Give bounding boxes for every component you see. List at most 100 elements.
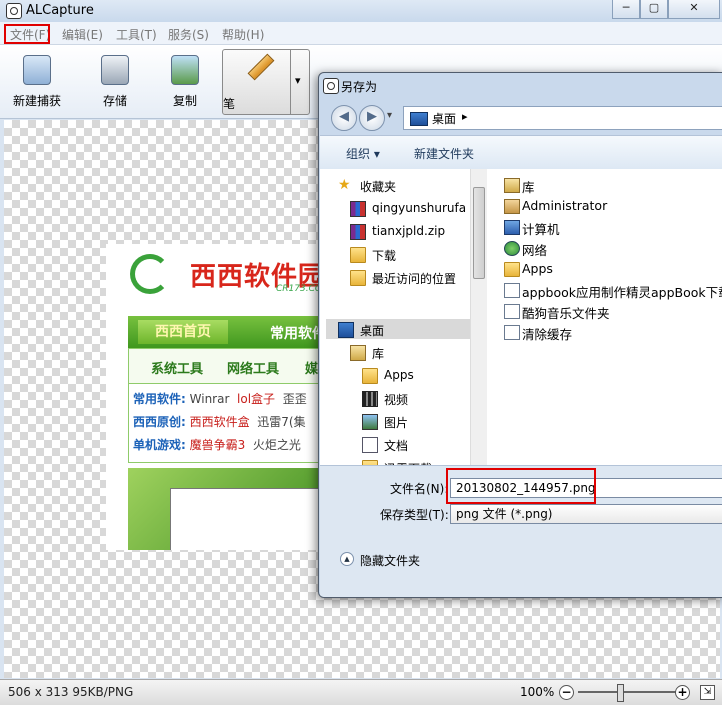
chevron-down-icon: ▾ xyxy=(295,74,301,87)
nav-item-label: tianxjpld.zip xyxy=(372,224,446,238)
address-field[interactable]: 桌面 ▸ xyxy=(403,106,722,130)
user-folder-icon xyxy=(504,199,520,214)
save-button[interactable]: 存储 xyxy=(80,51,150,111)
folder-icon xyxy=(504,262,520,277)
row-item: 魔兽争霸3 xyxy=(189,438,246,452)
menu-bar: 文件(F) 编辑(E) 工具(T) 服务(S) 帮助(H) xyxy=(0,22,722,45)
app-icon xyxy=(6,3,22,19)
hide-folders-icon[interactable]: ▲ xyxy=(340,552,354,566)
row-item: 西西软件盒 xyxy=(189,415,250,429)
back-button[interactable]: ◀ xyxy=(331,105,357,131)
zoom-slider-thumb[interactable] xyxy=(617,684,625,702)
file-item-label: appbook应用制作精灵appBook下载 xyxy=(522,285,722,300)
new-folder-button[interactable]: 新建文件夹 xyxy=(414,145,474,162)
library-icon xyxy=(504,178,520,193)
row-key: 常用软件: xyxy=(133,392,186,406)
menu-help[interactable]: 帮助(H) xyxy=(222,26,264,43)
zoom-in-button[interactable]: + xyxy=(675,685,690,700)
site-sub-link: 网络工具 xyxy=(227,362,280,377)
recent-locations-dropdown[interactable]: ▾ xyxy=(387,110,392,121)
file-item-label: Administrator xyxy=(522,198,608,213)
address-bar: ◀ ▶ ▾ 桌面 ▸ xyxy=(329,103,722,133)
filetype-select[interactable]: png 文件 (*.png) xyxy=(450,504,722,524)
site-row: 单机游戏: 魔兽争霸3 火炬之光 xyxy=(133,436,301,453)
row-item: 火炬之光 xyxy=(252,438,301,452)
save-as-dialog: 另存为 ◀ ▶ ▾ 桌面 ▸ 组织 ▾ 新建文件夹 ★ 收藏夹 qingyunshu… xyxy=(318,72,722,598)
filename-label: 文件名(N): xyxy=(390,482,449,496)
new-capture-button[interactable]: 新建捕获 xyxy=(2,51,72,111)
site-row: 西西原创: 西西软件盒 迅雷7(集 xyxy=(133,413,306,430)
nav-item-label: 最近访问的位置 xyxy=(372,272,457,286)
organize-button[interactable]: 组织 ▾ xyxy=(346,145,380,162)
file-item-label: Apps xyxy=(522,261,553,276)
window-title: ALCapture xyxy=(26,3,94,18)
site-nav-home: 西西首页 xyxy=(138,320,228,344)
rar-icon xyxy=(350,201,366,217)
nav-item-label: qingyunshurufa xyxy=(372,201,467,215)
filetype-label: 保存类型(T): xyxy=(380,508,449,522)
zoom-level: 100% xyxy=(520,685,555,699)
zoom-slider-track[interactable] xyxy=(578,691,676,693)
navigation-pane: ★ 收藏夹 qingyunshurufa tianxjpld.zip 下载 最近访问的位置… xyxy=(320,169,471,465)
site-banner-image xyxy=(128,468,326,550)
row-item: lol盒子 xyxy=(237,392,276,406)
pen-dropdown-button[interactable]: ▾ xyxy=(290,49,310,115)
network-icon xyxy=(504,241,520,256)
dialog-body: ★ 收藏夹 qingyunshurufa tianxjpld.zip 下载 最近访问的位置… xyxy=(320,169,722,465)
row-item: Winrar xyxy=(189,392,230,406)
new-capture-label: 新建捕获 xyxy=(12,94,61,108)
menu-edit[interactable]: 编辑(E) xyxy=(62,26,103,43)
site-sub-links: 系统工具 网络工具 媒 xyxy=(128,348,326,384)
menu-tools[interactable]: 工具(T) xyxy=(116,26,157,43)
desktop-icon xyxy=(338,322,354,338)
nav-item-label: 图片 xyxy=(384,416,409,430)
shortcut-icon xyxy=(504,325,520,340)
site-logo-icon xyxy=(130,254,170,294)
video-icon xyxy=(362,391,378,407)
main-titlebar: ALCapture ─ ▢ ✕ xyxy=(0,0,722,22)
file-menu-highlight-box xyxy=(4,24,50,44)
forward-button[interactable]: ▶ xyxy=(359,105,385,131)
zoom-out-button[interactable]: − xyxy=(559,685,574,700)
folder-icon xyxy=(350,270,366,286)
nav-scrollbar-thumb[interactable] xyxy=(473,187,485,279)
library-icon xyxy=(350,345,366,361)
file-item-label: 网络 xyxy=(522,243,548,258)
copy-icon xyxy=(171,55,199,85)
breadcrumb-arrow-icon[interactable]: ▸ xyxy=(462,110,468,123)
command-bar: 组织 ▾ 新建文件夹 xyxy=(320,135,722,170)
maximize-button[interactable]: ▢ xyxy=(640,0,668,19)
copy-button[interactable]: 复制 xyxy=(150,51,220,111)
filename-highlight-box xyxy=(446,468,596,504)
fit-window-button[interactable]: ⇲ xyxy=(700,685,715,700)
minimize-button[interactable]: ─ xyxy=(612,0,640,19)
file-item-label: 清除缓存 xyxy=(522,327,573,342)
save-label: 存储 xyxy=(102,94,127,108)
nav-item-label: 视频 xyxy=(384,393,409,407)
file-item-label: 酷狗音乐文件夹 xyxy=(522,306,610,321)
nav-item-label: 桌面 xyxy=(360,324,385,338)
pen-label: 笔 xyxy=(223,97,236,111)
row-item: 歪歪 xyxy=(282,392,307,406)
copy-label: 复制 xyxy=(172,94,197,108)
row-key: 西西原创: xyxy=(133,415,186,429)
star-icon: ★ xyxy=(338,177,351,193)
file-list: 库 Administrator 计算机 网络 Apps appbook应用制作精灵appB… xyxy=(490,169,722,465)
dialog-title: 另存为 xyxy=(341,80,378,94)
nav-item-label: 下载 xyxy=(372,249,397,263)
captured-image[interactable]: 西西软件园 CR173.COM 西西首页 常用软件 系统工具 网络工具 媒 常用… xyxy=(106,244,326,550)
computer-icon xyxy=(504,220,520,235)
hide-folders-button[interactable]: 隐藏文件夹 xyxy=(360,552,420,569)
address-text: 桌面 xyxy=(432,112,457,126)
row-item: 迅雷7(集 xyxy=(257,415,306,429)
folder-icon xyxy=(350,247,366,263)
folder-icon xyxy=(362,368,378,384)
dialog-app-icon xyxy=(323,78,339,94)
document-icon xyxy=(362,437,378,453)
pen-button[interactable]: 笔 xyxy=(222,49,296,115)
site-row: 常用软件: Winrar lol盒子 歪歪 xyxy=(133,390,307,407)
close-button[interactable]: ✕ xyxy=(668,0,720,19)
nav-item-label: 库 xyxy=(372,347,385,361)
menu-services[interactable]: 服务(S) xyxy=(168,26,209,43)
status-bar: 506 x 313 95KB/PNG 100% − + ⇲ xyxy=(0,679,722,705)
